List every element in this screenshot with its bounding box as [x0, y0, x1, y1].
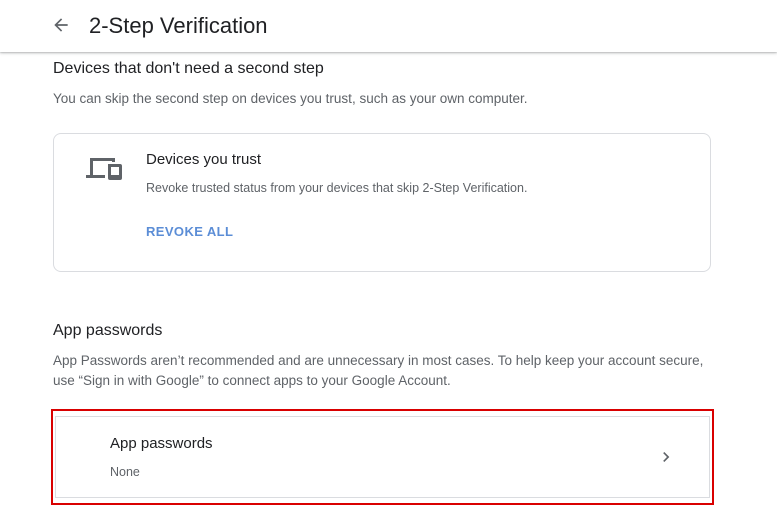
- devices-icon: [86, 158, 122, 180]
- trusted-devices-card: Devices you trust Revoke trusted status …: [53, 133, 711, 272]
- app-passwords-heading: App passwords: [53, 322, 163, 339]
- arrow-back-icon: [54, 18, 68, 32]
- devices-section-heading: Devices that don't need a second step: [53, 60, 324, 77]
- card-description: Revoke trusted status from your devices …: [146, 181, 528, 195]
- chevron-right-icon: [663, 452, 670, 462]
- devices-section-description: You can skip the second step on devices …: [53, 91, 528, 106]
- top-bar: 2-Step Verification: [0, 0, 777, 52]
- app-passwords-row-title: App passwords: [110, 435, 213, 452]
- app-passwords-description: App Passwords aren’t recommended and are…: [53, 353, 704, 388]
- revoke-all-button[interactable]: REVOKE ALL: [146, 223, 233, 241]
- app-passwords-row-value: None: [110, 465, 140, 479]
- card-title: Devices you trust: [146, 151, 262, 168]
- page-title: 2-Step Verification: [89, 13, 268, 38]
- page: 2-Step Verification Devices that don't n…: [0, 0, 777, 522]
- back-button[interactable]: [46, 10, 76, 40]
- app-passwords-row[interactable]: App passwords None: [55, 416, 710, 498]
